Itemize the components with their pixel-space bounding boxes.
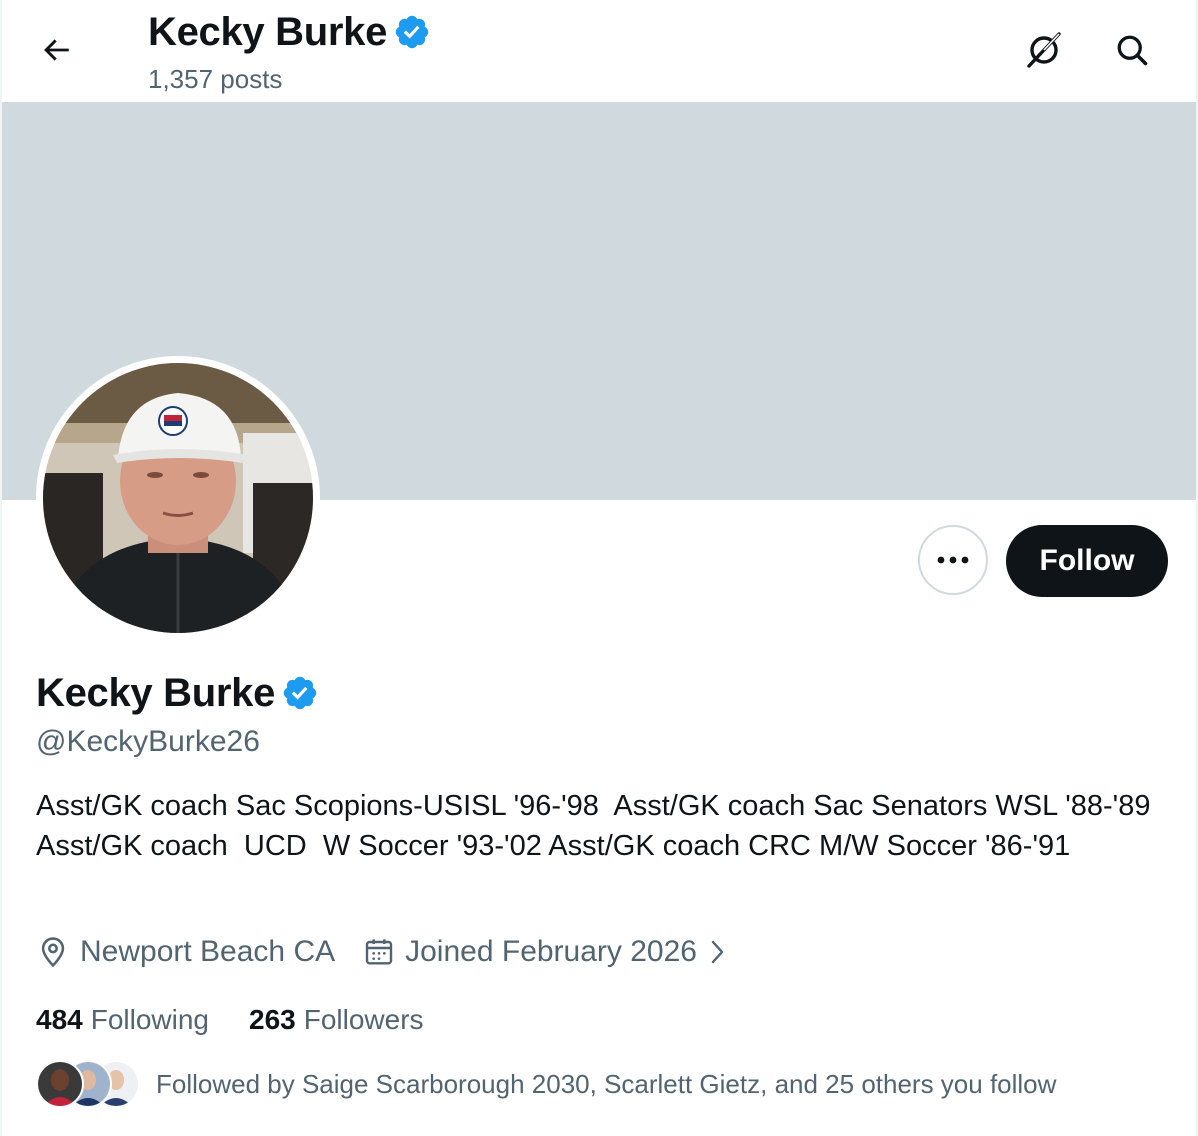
- followed-by-text: Followed by Saige Scarborough 2030, Scar…: [156, 1069, 1057, 1099]
- verified-badge-icon: [393, 13, 431, 51]
- following-label: Following: [90, 1004, 209, 1035]
- follow-button[interactable]: Follow: [1006, 525, 1168, 597]
- profile-page: Kecky Burke 1,357 posts Follow Kecky Bur…: [0, 0, 1198, 1136]
- avatar[interactable]: [43, 363, 313, 633]
- followers-count: 263: [249, 1004, 296, 1035]
- post-count: 1,357 posts: [148, 64, 283, 94]
- location-text: Newport Beach CA: [80, 935, 336, 968]
- location: Newport Beach CA: [36, 930, 335, 974]
- header-name: Kecky Burke: [148, 10, 388, 54]
- arrow-left-icon: [44, 39, 69, 61]
- profile-name-row: Kecky Burke: [36, 668, 319, 718]
- profile-meta: Newport Beach CA Joined February 2026: [36, 930, 739, 974]
- avatar-frame: [36, 356, 320, 640]
- profile-name: Kecky Burke: [36, 671, 276, 715]
- search-button[interactable]: [1104, 22, 1160, 78]
- followed-by[interactable]: Followed by Saige Scarborough 2030, Scar…: [36, 1060, 1056, 1108]
- followers-label: Followers: [303, 1004, 424, 1035]
- header-title: Kecky Burke: [148, 8, 431, 56]
- follow-stats: 484 Following 263 Followers: [36, 1000, 424, 1040]
- back-button[interactable]: [28, 22, 84, 78]
- profile-handle: @KeckyBurke26: [36, 725, 260, 758]
- grok-button[interactable]: [1016, 22, 1072, 78]
- joined-text: Joined February 2026: [405, 935, 697, 968]
- verified-badge-icon[interactable]: [281, 674, 319, 712]
- followers-link[interactable]: 263 Followers: [249, 1000, 424, 1040]
- profile-header: Kecky Burke 1,357 posts: [2, 0, 1196, 102]
- more-button[interactable]: [918, 525, 988, 595]
- following-count: 484: [36, 1004, 83, 1035]
- more-horizontal-icon: [937, 556, 969, 564]
- search-icon: [1117, 35, 1148, 66]
- location-pin-icon: [41, 937, 65, 968]
- following-link[interactable]: 484 Following: [36, 1000, 209, 1040]
- follower-avatar: [36, 1060, 84, 1108]
- follower-avatars: [36, 1060, 140, 1108]
- profile-bio: Asst/GK coach Sac Scopions-USISL '96-'98…: [36, 790, 1165, 862]
- grok-icon: [1027, 32, 1061, 68]
- chevron-right-icon: [711, 940, 724, 964]
- joined-date[interactable]: Joined February 2026: [363, 930, 739, 974]
- calendar-icon: [365, 939, 393, 965]
